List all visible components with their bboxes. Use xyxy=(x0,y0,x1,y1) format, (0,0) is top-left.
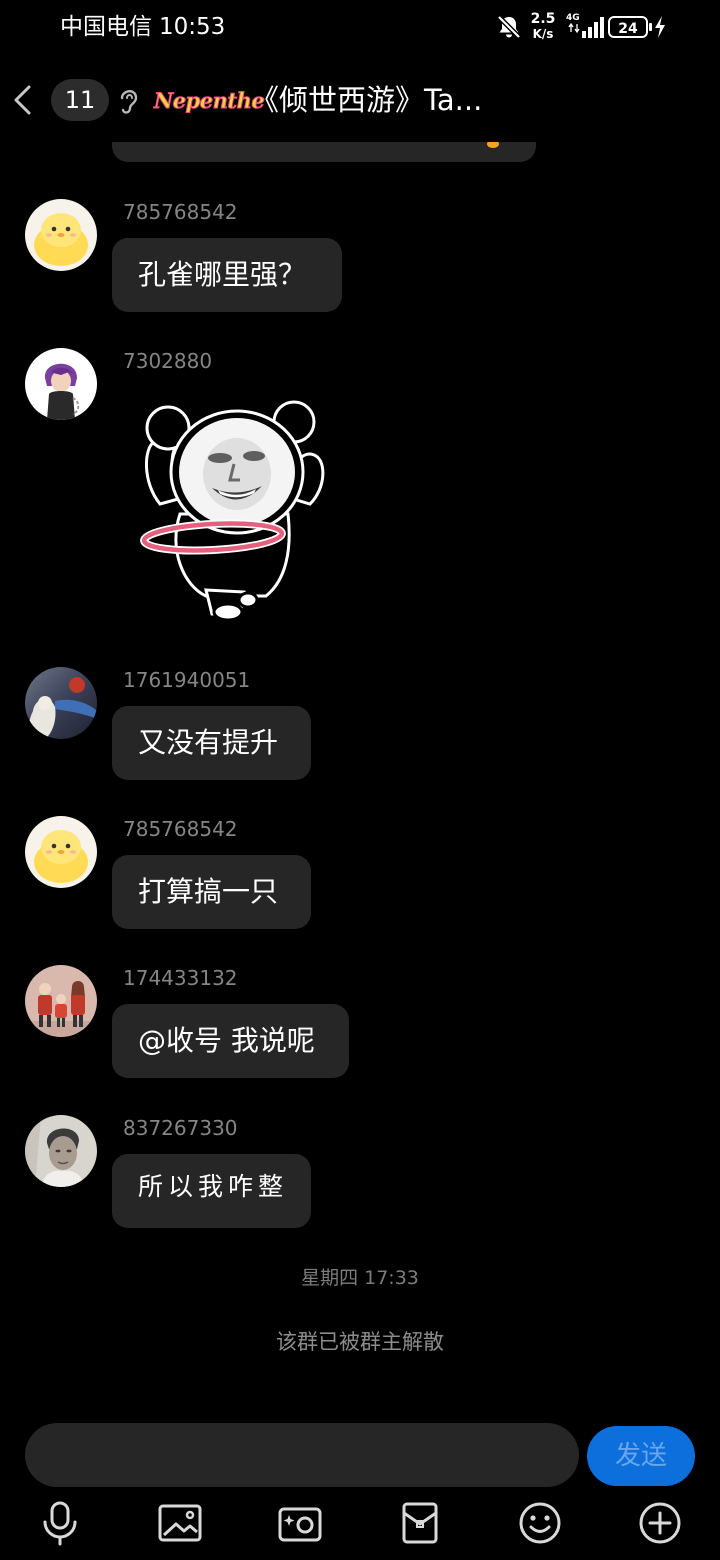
network-speed: 2.5 K/s xyxy=(527,11,559,42)
red-packet-button[interactable] xyxy=(396,1499,444,1547)
sender-name: 1761940051 xyxy=(123,668,251,692)
message-input[interactable] xyxy=(25,1423,579,1487)
message-timestamp: 星期四 17:33 xyxy=(301,1267,419,1289)
camera-icon xyxy=(278,1507,322,1542)
group-tag-logo: Nepenthe xyxy=(153,88,265,114)
sender-name: 785768542 xyxy=(123,817,238,841)
clock: 10:53 xyxy=(159,14,226,40)
avatar[interactable] xyxy=(25,816,97,888)
send-button[interactable]: 发送 xyxy=(587,1426,695,1486)
plus-icon xyxy=(639,1502,681,1544)
voice-button[interactable] xyxy=(36,1499,84,1547)
avatar[interactable] xyxy=(25,199,97,271)
avatar[interactable] xyxy=(25,1115,97,1187)
charging-icon xyxy=(655,16,665,38)
chat-title[interactable]: 《倾世西游》Ta... xyxy=(250,82,482,118)
chick-avatar-image xyxy=(25,199,97,271)
message-bubble[interactable]: 所以我咋整 xyxy=(112,1154,311,1228)
signal-icon xyxy=(568,17,604,38)
system-notice: 该群已被群主解散 xyxy=(276,1330,444,1354)
message-bubble[interactable]: 又没有提升 xyxy=(112,706,311,780)
message-text: 又没有提升 xyxy=(138,726,279,759)
message-text: 打算搞一只 xyxy=(138,875,279,908)
more-button[interactable] xyxy=(636,1499,684,1547)
message-row: 1761940051 又没有提升 xyxy=(0,667,720,780)
message-row: 785768542 孔雀哪里强？ xyxy=(0,199,720,312)
speed-value: 2.5 xyxy=(530,11,556,27)
battery-level: 24 xyxy=(618,21,638,37)
red-packet-icon xyxy=(402,1502,438,1544)
carrier-label: 中国电信 xyxy=(60,14,152,40)
emoji-button[interactable] xyxy=(516,1499,564,1547)
avatar[interactable] xyxy=(25,667,97,739)
portrait-avatar-image xyxy=(25,1115,97,1187)
status-carrier-time: 中国电信 10:53 xyxy=(60,11,225,43)
mute-icon xyxy=(497,15,521,39)
message-row: 837267330 所以我咋整 xyxy=(0,1115,720,1228)
message-text: @收号 我说呢 xyxy=(138,1024,315,1057)
message-bubble[interactable]: @收号 我说呢 xyxy=(112,1004,349,1078)
panda-sticker-icon[interactable] xyxy=(140,400,330,628)
sender-name: 785768542 xyxy=(123,200,238,224)
back-icon[interactable] xyxy=(8,82,38,118)
message-bubble[interactable]: 孔雀哪里强？ xyxy=(112,238,342,312)
message-row: 7302880 xyxy=(0,348,720,622)
emoji-icon xyxy=(519,1502,561,1544)
sender-name: 7302880 xyxy=(123,349,213,373)
chat-screen: 中国电信 10:53 2.5 K/s 4G 24 11 Nepenthe 《倾世… xyxy=(0,0,720,1560)
message-text: 所以我咋整 xyxy=(138,1172,289,1201)
mic-icon xyxy=(43,1501,77,1546)
sender-name: 837267330 xyxy=(123,1116,238,1140)
purple-hair-avatar-image xyxy=(25,348,97,420)
image-icon xyxy=(158,1504,202,1542)
image-button[interactable] xyxy=(156,1499,204,1547)
unread-count-badge[interactable]: 11 xyxy=(51,79,109,121)
speed-unit: K/s xyxy=(532,27,554,41)
battery-terminal xyxy=(649,23,652,31)
sender-name: 174433132 xyxy=(123,966,238,990)
top-bar: 中国电信 10:53 2.5 K/s 4G 24 11 Nepenthe 《倾世… xyxy=(0,0,720,142)
battery-icon: 24 xyxy=(608,16,648,38)
message-text: 孔雀哪里强？ xyxy=(138,258,307,291)
message-bubble[interactable]: 打算搞一只 xyxy=(112,855,311,929)
ear-icon[interactable] xyxy=(116,86,142,116)
avatar[interactable] xyxy=(25,965,97,1037)
camera-button[interactable] xyxy=(276,1499,324,1547)
chick-avatar-image xyxy=(25,816,97,888)
painting-avatar-image xyxy=(25,667,97,739)
family-avatar-image xyxy=(25,965,97,1037)
message-row: 785768542 打算搞一只 xyxy=(0,816,720,929)
message-row: 174433132 @收号 我说呢 xyxy=(0,965,720,1078)
avatar[interactable] xyxy=(25,348,97,420)
